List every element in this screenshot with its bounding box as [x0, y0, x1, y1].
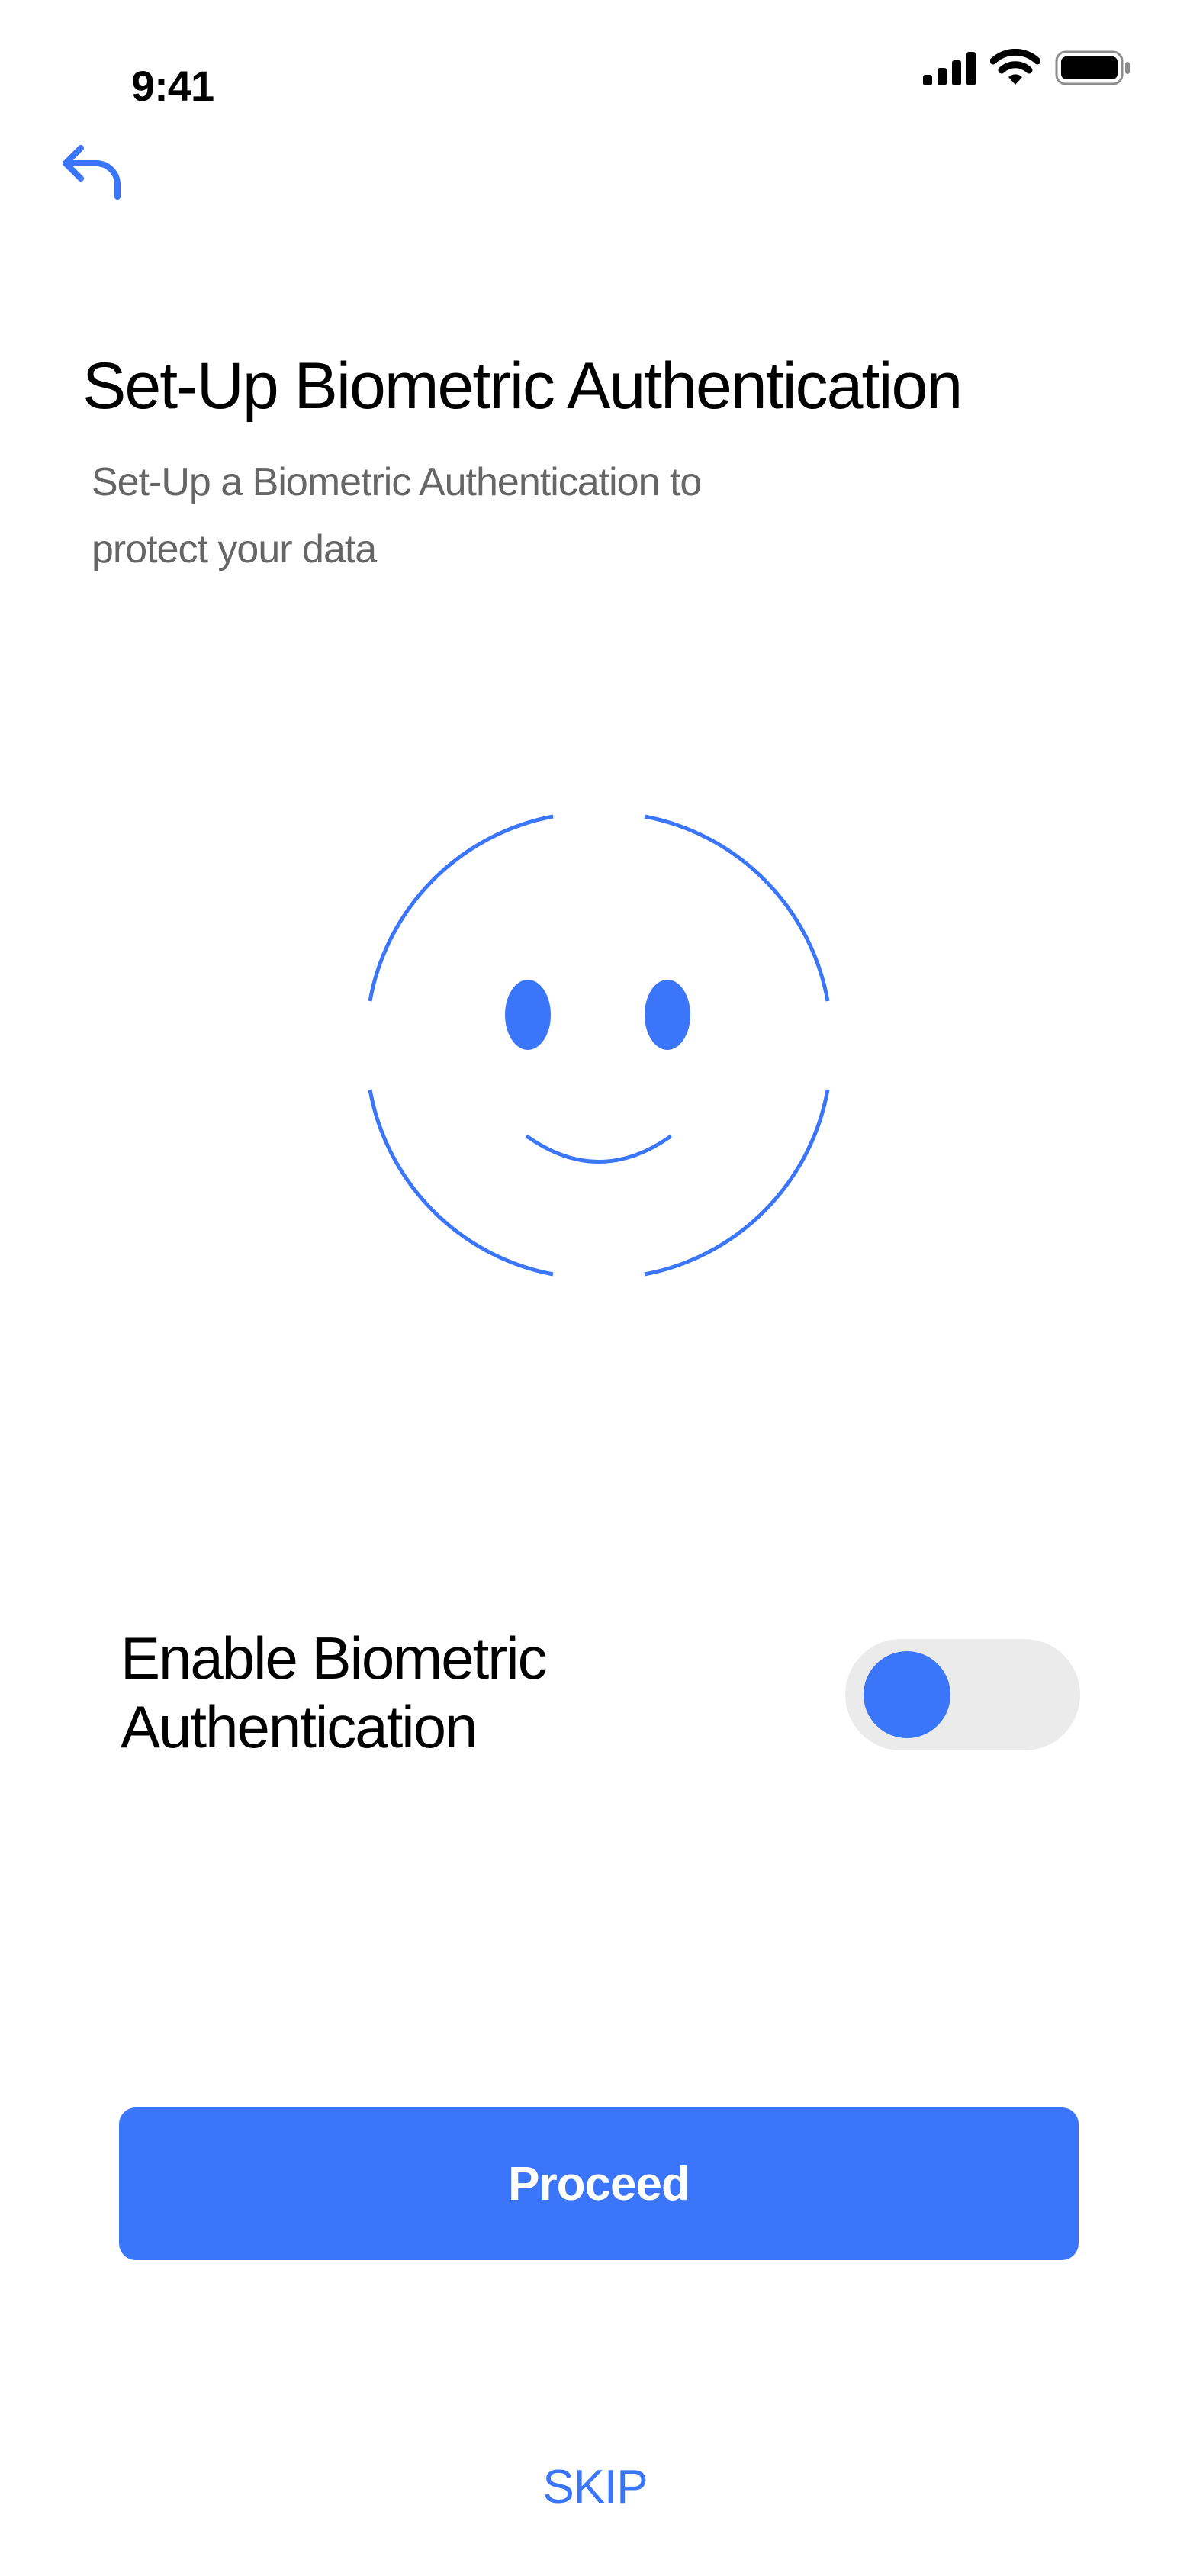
- back-arrow-icon[interactable]: [58, 139, 127, 208]
- battery-icon: [1055, 50, 1130, 85]
- face-id-icon: [368, 814, 830, 1277]
- biometric-toggle-switch[interactable]: [845, 1639, 1080, 1750]
- biometric-toggle-label: Enable Biometric Authentication: [121, 1624, 548, 1760]
- toggle-knob: [864, 1651, 950, 1738]
- status-bar-time: 9:41: [131, 62, 214, 110]
- wifi-icon: [990, 49, 1040, 85]
- skip-link[interactable]: SKIP: [527, 2461, 662, 2513]
- skip-row: SKIP: [0, 2457, 1190, 2518]
- proceed-button[interactable]: Proceed: [119, 2107, 1079, 2260]
- page-subtitle: Set-Up a Biometric Authentication to pro…: [92, 460, 702, 572]
- cellular-signal-icon: [923, 52, 976, 85]
- page-title: Set-Up Biometric Authentication: [82, 349, 963, 423]
